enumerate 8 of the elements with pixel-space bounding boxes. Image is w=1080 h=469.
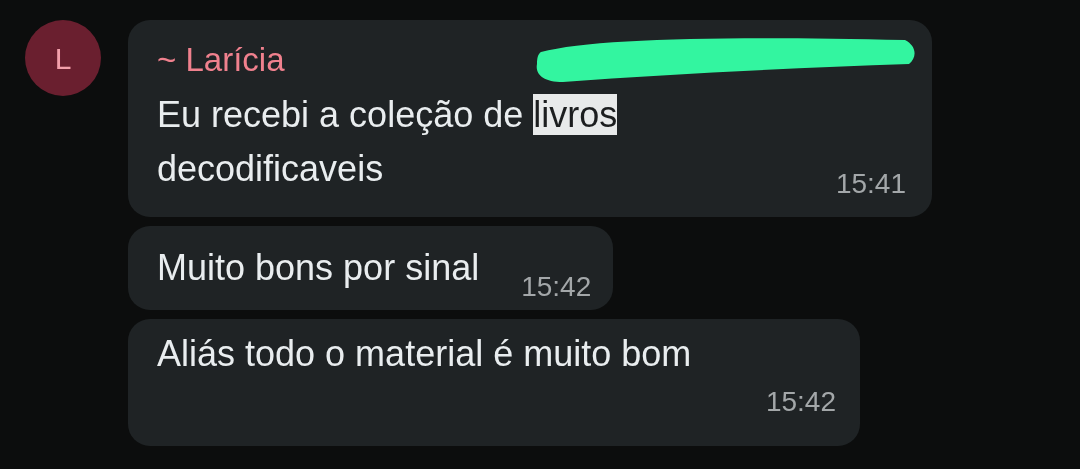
message-time: 15:42 bbox=[765, 385, 836, 419]
message-time: 15:41 bbox=[835, 167, 906, 201]
message-text: Muito bons por sinal bbox=[157, 246, 480, 290]
message-text: Aliás todo o material é muito bom bbox=[157, 332, 693, 376]
sender-name[interactable]: ~ Larícia bbox=[157, 38, 285, 82]
avatar[interactable]: L bbox=[25, 20, 101, 96]
message-time: 15:42 bbox=[521, 270, 592, 304]
avatar-letter: L bbox=[54, 40, 72, 77]
